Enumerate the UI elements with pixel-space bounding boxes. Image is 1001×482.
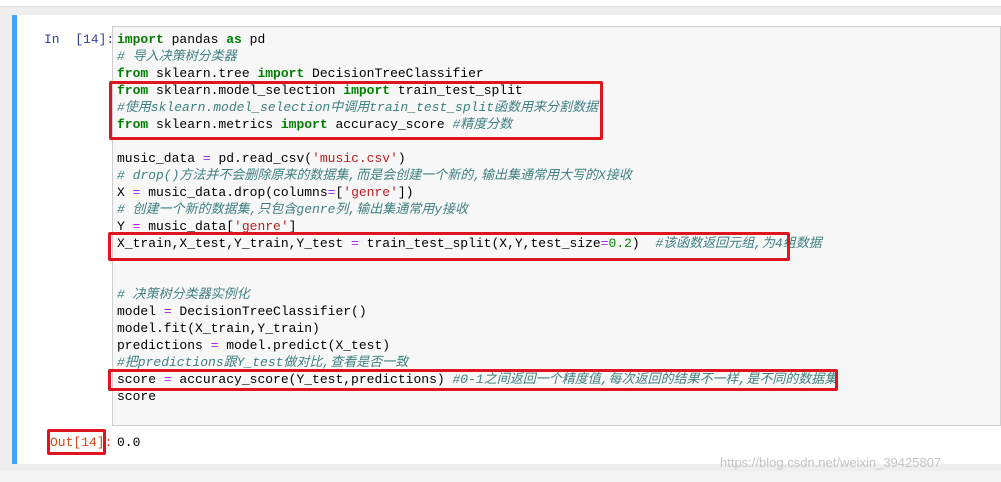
code-token: as: [226, 32, 242, 47]
next-cell-edge: [0, 471, 1001, 482]
code-line: # drop()方法并不会删除原来的数据集,而是会创建一个新的,输出集通常用大写…: [117, 167, 837, 184]
code-token: DecisionTreeClassifier(): [171, 304, 367, 319]
highlight-box-imports: [109, 81, 603, 140]
code-token: # 决策树分类器实例化: [117, 287, 250, 302]
code-token: X: [117, 185, 133, 200]
code-token: import: [257, 66, 305, 81]
code-token: pandas: [163, 32, 227, 47]
code-token: #把predictions跟Y_test做对比,查看是否一致: [117, 355, 409, 370]
code-token: =: [163, 304, 172, 319]
code-token: pd.read_csv(: [210, 151, 313, 166]
watermark: https://blog.csdn.net/weixin_39425807: [720, 455, 942, 470]
code-token: score: [117, 389, 157, 404]
highlight-box-output-prompt: [47, 429, 106, 455]
code-token: ]): [397, 185, 414, 200]
code-token: model: [117, 304, 164, 319]
code-token: # 导入决策树分类器: [117, 49, 237, 64]
code-token: =: [202, 151, 211, 166]
code-token: from: [117, 66, 149, 81]
code-token: music_data.drop(columns: [140, 185, 328, 200]
code-token: pd: [241, 32, 266, 47]
code-line: import pandas as pd: [117, 31, 837, 48]
code-line: # 导入决策树分类器: [117, 48, 837, 65]
code-token: model.fit(X_train,Y_train): [117, 321, 320, 336]
code-token: model.predict(X_test): [218, 338, 391, 353]
code-line: model.fit(X_train,Y_train): [117, 320, 837, 337]
code-line: # 创建一个新的数据集,只包含genre列,输出集通常用y接收: [117, 201, 837, 218]
code-token: # 创建一个新的数据集,只包含genre列,输出集通常用y接收: [117, 202, 469, 217]
input-prompt: In [14]:: [44, 32, 115, 47]
code-line: music_data = pd.read_csv('music.csv'): [117, 150, 837, 167]
highlight-box-accuracy-score: [108, 369, 838, 391]
previous-cell-edge: [0, 0, 1001, 7]
code-token: music_data: [117, 151, 203, 166]
code-line: model = DecisionTreeClassifier(): [117, 303, 837, 320]
code-line: predictions = model.predict(X_test): [117, 337, 837, 354]
code-line: from sklearn.tree import DecisionTreeCla…: [117, 65, 837, 82]
code-token: predictions: [117, 338, 211, 353]
cell-output: 0.0: [117, 435, 141, 450]
code-token: ): [397, 151, 406, 166]
code-line: # 决策树分类器实例化: [117, 286, 837, 303]
code-token: 'genre': [343, 185, 398, 200]
highlight-box-train-test-split: [108, 232, 790, 261]
code-token: import: [117, 32, 164, 47]
code-token: # drop()方法并不会删除原来的数据集,而是会创建一个新的,输出集通常用大写…: [117, 168, 632, 183]
code-token: sklearn.tree: [148, 66, 258, 81]
notebook-page: In [14]: import pandas as pd # 导入决策树分类器 fr…: [0, 0, 1001, 482]
code-token: 'music.csv': [312, 151, 398, 166]
code-token: DecisionTreeClassifier: [304, 66, 484, 81]
code-line: X = music_data.drop(columns=['genre']): [117, 184, 837, 201]
